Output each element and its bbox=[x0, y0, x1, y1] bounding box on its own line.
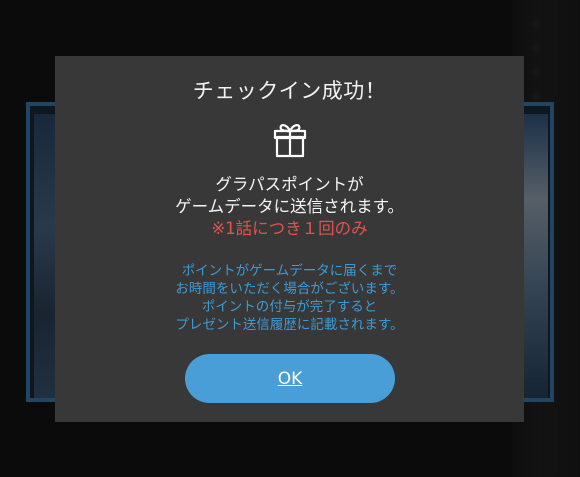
once-per-episode-note: ※1話につき１回のみ bbox=[211, 219, 368, 238]
note-line: ポイントがゲームデータに届くまで bbox=[181, 263, 398, 279]
note-line: プレゼント送信履歴に記載されます。 bbox=[175, 317, 404, 333]
message-line: ゲームデータに送信されます。 bbox=[175, 197, 404, 216]
ok-button[interactable]: OK bbox=[185, 354, 395, 403]
checkin-success-dialog: チェックイン成功！ グラパスポイントが ゲームデータに送信されます。 ※1話につ… bbox=[55, 56, 524, 422]
dialog-message: グラパスポイントが ゲームデータに送信されます。 ※1話につき１回のみ bbox=[55, 174, 524, 240]
note-line: ポイントの付与が完了すると bbox=[201, 299, 378, 315]
dialog-title: チェックイン成功！ bbox=[192, 79, 387, 103]
message-line: グラパスポイントが bbox=[215, 175, 364, 194]
note-line: お時間をいただく場合がございます。 bbox=[175, 281, 404, 297]
dialog-info-note: ポイントがゲームデータに届くまで お時間をいただく場合がございます。 ポイントの… bbox=[55, 262, 524, 334]
gift-icon bbox=[273, 124, 307, 158]
